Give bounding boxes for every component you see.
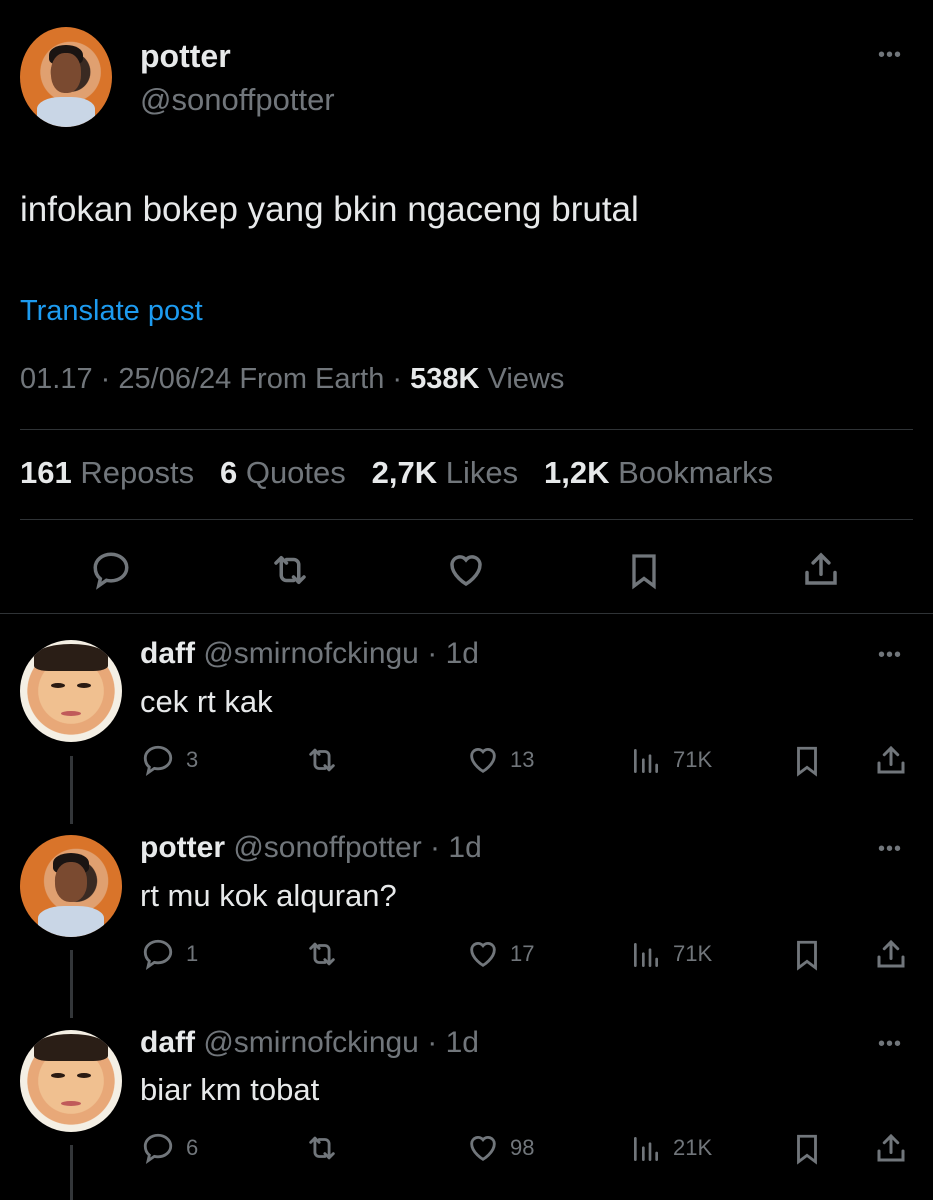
meta-separator: · [427,637,438,670]
meta-separator: · [430,831,441,864]
reply-avatar[interactable] [20,640,122,742]
reposts-count: 161 [20,455,72,490]
reply-icon[interactable] [141,743,175,777]
author-avatar[interactable] [20,27,112,127]
likes-label: Likes [445,455,519,490]
more-options-icon[interactable]: ••• [878,644,902,667]
author-display-name[interactable]: potter [140,38,231,75]
reply-age[interactable]: 1d [446,1026,479,1059]
repost-icon[interactable] [266,549,314,591]
like-count: 13 [510,747,535,772]
thread-line [70,950,73,1018]
post-date[interactable]: 25/06/24 [118,363,231,395]
meta-separator: · [100,363,111,395]
like-icon[interactable] [444,549,488,591]
reply-icon[interactable] [141,937,175,971]
more-options-icon[interactable]: ••• [878,838,902,861]
reply-count: 3 [186,747,199,772]
thread-line [70,1145,73,1200]
reply-count: 6 [186,1135,199,1160]
reply-text: cek rt kak [140,684,273,719]
reply-header: daff @smirnofckingu · 1d [140,1026,479,1060]
reply-count: 1 [186,941,199,966]
reply-icon[interactable] [90,549,132,591]
quotes-count: 6 [219,455,238,490]
bookmark-icon[interactable] [790,937,824,973]
divider [0,613,933,614]
reply-display-name[interactable]: daff [140,1026,195,1059]
translate-post-link[interactable]: Translate post [20,295,203,328]
likes-stat[interactable]: 2,7K Likes [372,455,527,490]
bookmarks-stat[interactable]: 1,2K Bookmarks [544,455,773,490]
bookmark-icon[interactable] [790,1131,824,1167]
quotes-label: Quotes [245,455,346,490]
more-options-icon[interactable]: ••• [878,44,902,67]
share-icon[interactable] [873,741,909,779]
views-label: Views [487,363,565,395]
bookmark-icon[interactable] [790,743,824,779]
reply-display-name[interactable]: daff [140,637,195,670]
like-icon[interactable] [465,743,501,777]
thread-line [70,756,73,824]
like-count: 98 [510,1135,535,1160]
views-icon[interactable] [630,745,662,777]
likes-count: 2,7K [371,455,438,490]
bookmarks-label: Bookmarks [618,455,774,490]
reposts-stat[interactable]: 161 Reposts [20,455,203,490]
reply-text: rt mu kok alquran? [140,878,397,913]
views-count: 71K [673,941,713,966]
views-count: 71K [673,747,713,772]
reply-handle[interactable]: @smirnofckingu [203,637,419,670]
views-count: 21K [673,1135,713,1160]
engagement-stats: 161 Reposts 6 Quotes 2,7K Likes 1,2K Boo… [20,455,773,491]
repost-icon[interactable] [302,1131,342,1165]
post-text: infokan bokep yang bkin ngaceng brutal [20,190,639,229]
like-icon[interactable] [465,937,501,971]
share-icon[interactable] [800,547,842,591]
reply-text: biar km tobat [140,1072,320,1107]
author-handle[interactable]: @sonoffpotter [140,82,335,118]
reply-avatar[interactable] [20,835,122,937]
post-meta: 01.17 · 25/06/24 From Earth · 538K Views [20,363,564,396]
share-icon[interactable] [873,1129,909,1167]
bookmarks-count: 1,2K [543,455,610,490]
reply-avatar[interactable] [20,1030,122,1132]
reply-age[interactable]: 1d [448,831,481,864]
reposts-label: Reposts [80,455,195,490]
share-icon[interactable] [873,935,909,973]
like-icon[interactable] [465,1131,501,1165]
like-count: 17 [510,941,535,966]
reply-icon[interactable] [141,1131,175,1165]
meta-separator: · [427,1026,438,1059]
reply-header: potter @sonoffpotter · 1d [140,831,482,865]
bookmark-icon[interactable] [624,549,664,593]
divider [20,429,913,430]
views-icon[interactable] [630,1133,662,1165]
reply-display-name[interactable]: potter [140,831,225,864]
meta-separator: · [392,363,403,395]
reply-handle[interactable]: @smirnofckingu [203,1026,419,1059]
views-count: 538K [410,363,480,395]
reply-age[interactable]: 1d [446,637,479,670]
more-options-icon[interactable]: ••• [878,1033,902,1056]
quotes-stat[interactable]: 6 Quotes [220,455,354,490]
repost-icon[interactable] [302,743,342,777]
divider [20,519,913,520]
post-time[interactable]: 01.17 [20,363,93,395]
views-icon[interactable] [630,939,662,971]
repost-icon[interactable] [302,937,342,971]
reply-handle[interactable]: @sonoffpotter [233,831,421,864]
reply-header: daff @smirnofckingu · 1d [140,637,479,671]
post-source: From Earth [239,363,385,395]
